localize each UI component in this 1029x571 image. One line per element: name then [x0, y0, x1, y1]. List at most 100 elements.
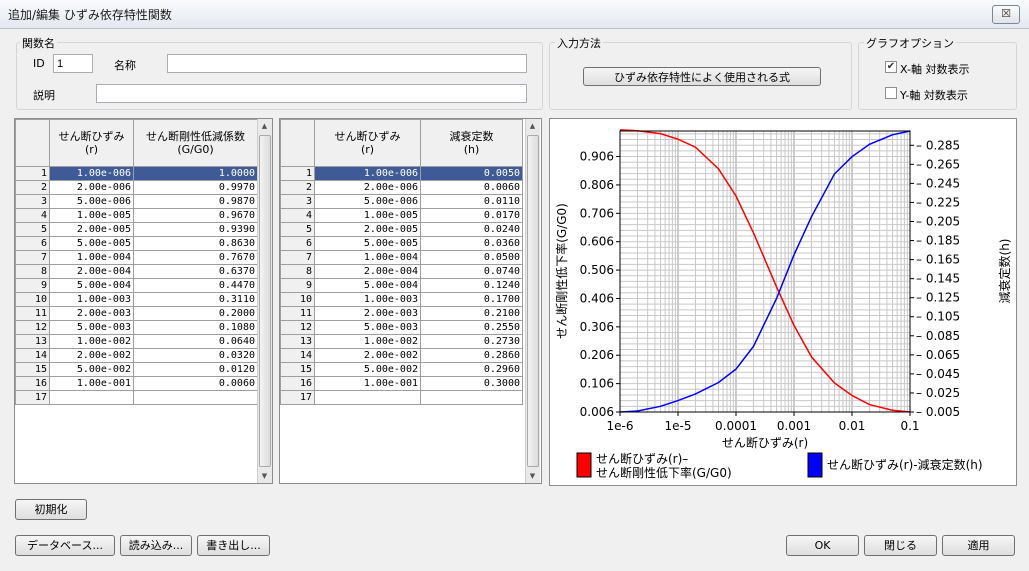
table-cell[interactable]: 1.00e-002: [49, 334, 134, 349]
table-cell[interactable]: 5.00e-004: [314, 278, 421, 293]
row-number[interactable]: 1: [15, 166, 50, 181]
table-cell[interactable]: 0.4470: [133, 278, 258, 293]
row-number[interactable]: 17: [15, 390, 50, 405]
table-cell[interactable]: 0.7670: [133, 250, 258, 265]
table-cell[interactable]: 2.00e-002: [314, 348, 421, 363]
table1-scrollbar[interactable]: ▲ ▼: [257, 119, 272, 483]
table-row[interactable]: 4 1.00e-005 0.0170: [280, 208, 523, 223]
table-cell[interactable]: 0.0740: [420, 264, 523, 279]
table-row[interactable]: 6 5.00e-005 0.0360: [280, 236, 523, 251]
row-number[interactable]: 9: [15, 278, 50, 293]
row-number[interactable]: 13: [15, 334, 50, 349]
table-cell[interactable]: 5.00e-002: [314, 362, 421, 377]
table-cell[interactable]: 0.0240: [420, 222, 523, 237]
table-cell[interactable]: 0.2550: [420, 320, 523, 335]
row-number[interactable]: 5: [15, 222, 50, 237]
row-number[interactable]: 14: [15, 348, 50, 363]
table-cell[interactable]: 0.2000: [133, 306, 258, 321]
table-row[interactable]: 7 1.00e-004 0.0500: [280, 250, 523, 265]
table-cell[interactable]: 2.00e-002: [49, 348, 134, 363]
table-row[interactable]: 2 2.00e-006 0.9970: [15, 180, 258, 195]
row-number[interactable]: 11: [280, 306, 315, 321]
table-cell[interactable]: 0.8630: [133, 236, 258, 251]
table2-column-header[interactable]: 減衰定数 (h): [420, 119, 523, 167]
table-cell[interactable]: 2.00e-004: [49, 264, 134, 279]
table-row[interactable]: 13 1.00e-002 0.2730: [280, 334, 523, 349]
row-number[interactable]: 13: [280, 334, 315, 349]
table-row[interactable]: 11 2.00e-003 0.2100: [280, 306, 523, 321]
table-cell[interactable]: 1.00e-003: [49, 292, 134, 307]
row-number[interactable]: 4: [15, 208, 50, 223]
row-number[interactable]: 12: [15, 320, 50, 335]
table-row[interactable]: 17: [280, 390, 523, 405]
table-row[interactable]: 3 5.00e-006 0.0110: [280, 194, 523, 209]
row-number[interactable]: 6: [15, 236, 50, 251]
table-cell[interactable]: 0.1240: [420, 278, 523, 293]
row-number[interactable]: 16: [15, 376, 50, 391]
table-cell[interactable]: 5.00e-004: [49, 278, 134, 293]
table-row[interactable]: 14 2.00e-002 0.0320: [15, 348, 258, 363]
row-number[interactable]: 1: [280, 166, 315, 181]
table-cell[interactable]: 0.1700: [420, 292, 523, 307]
id-field[interactable]: [53, 54, 93, 73]
y-log-checkbox[interactable]: [885, 87, 897, 99]
table-cell[interactable]: 1.00e-006: [314, 166, 421, 181]
table-cell[interactable]: 2.00e-006: [49, 180, 134, 195]
row-number[interactable]: 7: [15, 250, 50, 265]
table-cell[interactable]: 0.0320: [133, 348, 258, 363]
description-field[interactable]: [96, 84, 527, 103]
table-cell[interactable]: 5.00e-003: [49, 320, 134, 335]
row-number[interactable]: 10: [15, 292, 50, 307]
row-number[interactable]: 15: [15, 362, 50, 377]
table-cell[interactable]: [49, 390, 134, 405]
table-cell[interactable]: 2.00e-005: [314, 222, 421, 237]
load-button[interactable]: 読み込み...: [120, 535, 192, 556]
table-cell[interactable]: 2.00e-004: [314, 264, 421, 279]
table-row[interactable]: 11 2.00e-003 0.2000: [15, 306, 258, 321]
row-number[interactable]: 3: [280, 194, 315, 209]
row-number[interactable]: 2: [15, 180, 50, 195]
table-cell[interactable]: 0.3000: [420, 376, 523, 391]
row-number[interactable]: 8: [280, 264, 315, 279]
row-number[interactable]: 17: [280, 390, 315, 405]
table-cell[interactable]: 1.00e-005: [49, 208, 134, 223]
table-row[interactable]: 3 5.00e-006 0.9870: [15, 194, 258, 209]
table-cell[interactable]: [314, 390, 421, 405]
table-cell[interactable]: 0.1080: [133, 320, 258, 335]
table-cell[interactable]: 0.0640: [133, 334, 258, 349]
table-cell[interactable]: 2.00e-005: [49, 222, 134, 237]
row-number[interactable]: 14: [280, 348, 315, 363]
table-cell[interactable]: 0.0500: [420, 250, 523, 265]
row-number[interactable]: 9: [280, 278, 315, 293]
table2-column-header[interactable]: せん断ひずみ (r): [314, 119, 421, 167]
table-row[interactable]: 13 1.00e-002 0.0640: [15, 334, 258, 349]
table-row[interactable]: 14 2.00e-002 0.2860: [280, 348, 523, 363]
scroll-thumb[interactable]: [259, 135, 271, 467]
table-cell[interactable]: 5.00e-005: [314, 236, 421, 251]
table-cell[interactable]: 0.6370: [133, 264, 258, 279]
row-number[interactable]: 3: [15, 194, 50, 209]
row-number[interactable]: 10: [280, 292, 315, 307]
table-cell[interactable]: 0.0110: [420, 194, 523, 209]
table-row[interactable]: 10 1.00e-003 0.3110: [15, 292, 258, 307]
row-number[interactable]: 11: [15, 306, 50, 321]
table-cell[interactable]: 5.00e-003: [314, 320, 421, 335]
scroll-thumb[interactable]: [527, 135, 539, 467]
table-row[interactable]: 1 1.00e-006 0.0050: [280, 166, 523, 181]
table-cell[interactable]: 1.00e-001: [314, 376, 421, 391]
row-number[interactable]: 4: [280, 208, 315, 223]
table-cell[interactable]: 0.9870: [133, 194, 258, 209]
x-log-checkbox[interactable]: ✔: [885, 61, 897, 73]
table-cell[interactable]: 0.9390: [133, 222, 258, 237]
table2-scrollbar[interactable]: ▲ ▼: [525, 119, 540, 483]
table-cell[interactable]: 0.2860: [420, 348, 523, 363]
table2-corner-cell[interactable]: [280, 119, 315, 167]
table-cell[interactable]: 1.00e-006: [49, 166, 134, 181]
table-row[interactable]: 8 2.00e-004 0.0740: [280, 264, 523, 279]
row-number[interactable]: 7: [280, 250, 315, 265]
name-field[interactable]: [167, 54, 527, 73]
table-row[interactable]: 8 2.00e-004 0.6370: [15, 264, 258, 279]
table-row[interactable]: 9 5.00e-004 0.4470: [15, 278, 258, 293]
table-row[interactable]: 12 5.00e-003 0.1080: [15, 320, 258, 335]
table-cell[interactable]: 1.00e-004: [314, 250, 421, 265]
